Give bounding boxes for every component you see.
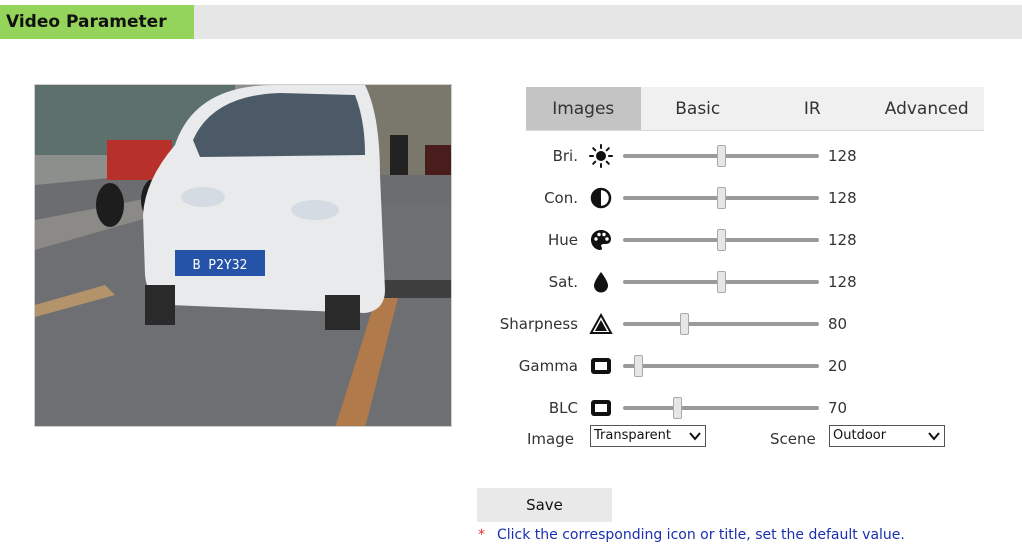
param-row-brightness: Bri. 128 [480,143,880,169]
tab-images[interactable]: Images [526,87,641,130]
droplet-icon[interactable] [589,270,613,294]
slider-track [623,364,819,368]
scene-value: Outdoor [833,428,887,443]
slider-thumb[interactable] [717,271,727,293]
hue-label[interactable]: Hue [480,227,578,253]
sharpness-label[interactable]: Sharpness [480,311,578,337]
slider-thumb[interactable] [717,229,727,251]
param-row-gamma: Gamma 20 [480,353,880,379]
tab-advanced[interactable]: Advanced [870,87,985,130]
brightness-label[interactable]: Bri. [480,143,578,169]
hint-note: * Click the corresponding icon or title, … [478,526,905,544]
sharpness-slider[interactable] [623,311,819,337]
contrast-slider[interactable] [623,185,819,211]
slider-track [623,322,819,326]
scene-select[interactable]: Outdoor [829,425,945,447]
slider-track [623,406,819,410]
slider-thumb[interactable] [680,313,690,335]
brightness-value: 128 [828,147,857,165]
scene-label: Scene [770,430,816,448]
param-row-saturation: Sat. 128 [480,269,880,295]
contrast-label[interactable]: Con. [480,185,578,211]
slider-thumb[interactable] [672,397,682,419]
gamma-value: 20 [828,357,848,375]
hint-marker: * [478,527,485,543]
chevron-down-icon [689,432,701,441]
tab-basic[interactable]: Basic [641,87,756,130]
slider-thumb[interactable] [717,145,727,167]
image-mode-value: Transparent [594,428,671,443]
param-row-sharpness: Sharpness 80 [480,311,880,337]
save-button[interactable]: Save [477,488,612,522]
chevron-down-icon [928,432,940,441]
saturation-value: 128 [828,273,857,291]
gamma-label[interactable]: Gamma [480,353,578,379]
palette-icon[interactable] [589,228,613,252]
image-mode-label: Image [527,430,574,448]
saturation-slider[interactable] [623,269,819,295]
sun-icon[interactable] [589,144,613,168]
hue-slider[interactable] [623,227,819,253]
image-mode-select[interactable]: Transparent [590,425,706,447]
license-plate: B P2Y32 [193,258,248,273]
contrast-value: 128 [828,189,857,207]
gamma-slider[interactable] [623,353,819,379]
screen-icon[interactable] [589,396,613,420]
slider-thumb[interactable] [717,187,727,209]
page-title: Video Parameter [0,5,194,39]
hue-value: 128 [828,231,857,249]
param-row-blc: BLC 70 [480,395,880,421]
screen-icon[interactable] [589,354,613,378]
brightness-slider[interactable] [623,143,819,169]
hint-text: Click the corresponding icon or title, s… [497,527,905,543]
parameter-tabs: Images Basic IR Advanced [526,87,984,131]
slider-thumb[interactable] [634,355,644,377]
saturation-label[interactable]: Sat. [480,269,578,295]
tab-ir[interactable]: IR [755,87,870,130]
select-row: Image Transparent Scene Outdoor [0,425,1022,449]
param-row-hue: Hue 128 [480,227,880,253]
sharpness-value: 80 [828,315,848,333]
camera-image: B P2Y32 [35,85,451,426]
blc-slider[interactable] [623,395,819,421]
triangle-icon[interactable] [589,312,613,336]
blc-label[interactable]: BLC [480,395,578,421]
param-row-contrast: Con. 128 [480,185,880,211]
contrast-icon[interactable] [589,186,613,210]
video-preview: B P2Y32 [34,84,452,427]
blc-value: 70 [828,399,848,417]
